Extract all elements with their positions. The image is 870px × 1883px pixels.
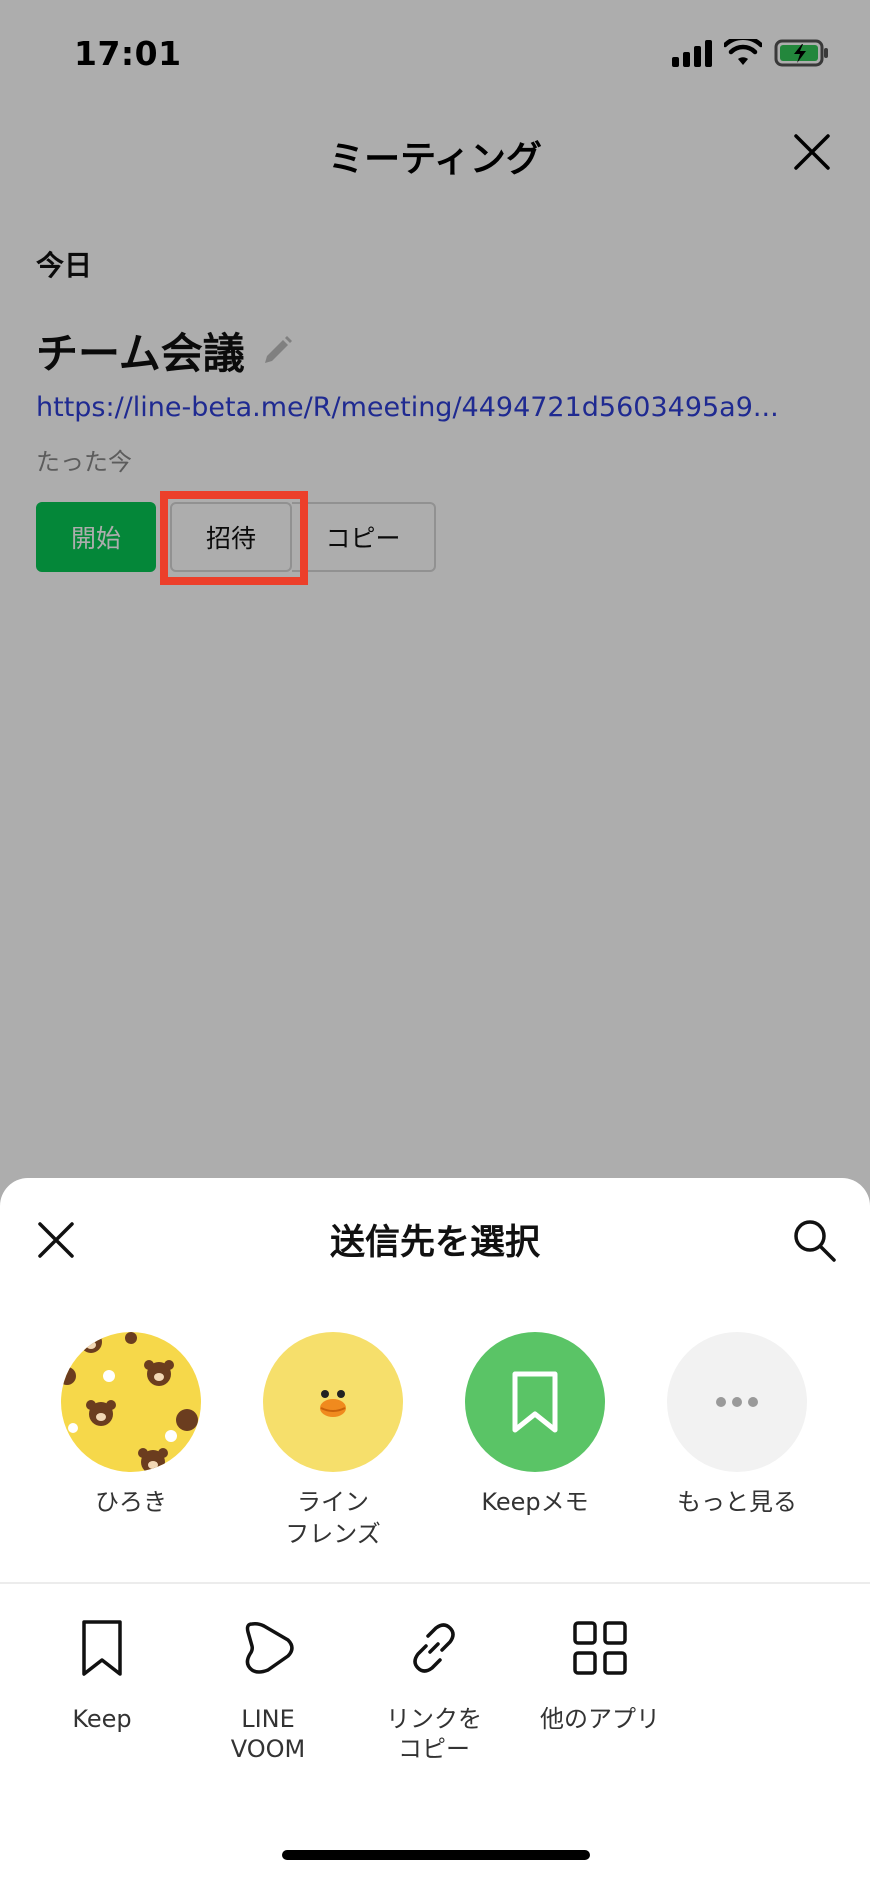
app-label: 他のアプリ bbox=[540, 1705, 660, 1733]
more-dots-icon bbox=[716, 1397, 758, 1407]
avatar bbox=[263, 1332, 403, 1472]
recipient-name: ライン フレンズ bbox=[248, 1486, 418, 1550]
app-label-line2: コピー bbox=[398, 1735, 470, 1763]
see-more-button[interactable]: もっと見る bbox=[652, 1332, 822, 1518]
grid-icon bbox=[573, 1621, 627, 1675]
voom-icon bbox=[245, 1622, 294, 1674]
search-icon[interactable] bbox=[790, 1216, 838, 1264]
brown-pattern-icon bbox=[61, 1332, 198, 1472]
avatar bbox=[465, 1332, 605, 1472]
avatar bbox=[61, 1332, 201, 1472]
app-label-line2: VOOM bbox=[230, 1735, 306, 1763]
app-label: リンクを コピー bbox=[354, 1704, 514, 1764]
home-indicator bbox=[282, 1850, 590, 1860]
recipient-name: Keepメモ bbox=[481, 1488, 589, 1516]
recipient-keep-memo[interactable]: Keepメモ bbox=[450, 1332, 620, 1518]
recipient-line-friends[interactable]: ライン フレンズ bbox=[248, 1332, 418, 1550]
app-label-line1: LINE bbox=[241, 1705, 295, 1733]
app-keep[interactable]: Keep bbox=[22, 1618, 182, 1734]
app-label-line1: リンクを bbox=[386, 1705, 482, 1733]
recipient-name: ひろき bbox=[95, 1488, 167, 1516]
recipient-hiroki[interactable]: ひろき bbox=[46, 1332, 216, 1518]
avatar bbox=[667, 1332, 807, 1472]
app-label: Keep bbox=[72, 1705, 132, 1733]
link-icon bbox=[413, 1623, 455, 1673]
share-sheet: 送信先を選択 ひろき ライン フレンズ Keepメモ もっと見る Keep LI… bbox=[0, 1178, 870, 1883]
sally-icon bbox=[320, 1390, 346, 1417]
share-apps: Keep LINE VOOM リンクを コピー 他のアプリ bbox=[0, 1618, 870, 1798]
share-sheet-header: 送信先を選択 bbox=[0, 1178, 870, 1298]
app-other-apps[interactable]: 他のアプリ bbox=[520, 1618, 680, 1734]
bookmark-icon bbox=[82, 1620, 122, 1676]
share-sheet-title: 送信先を選択 bbox=[329, 1223, 540, 1263]
app-line-voom[interactable]: LINE VOOM bbox=[188, 1618, 348, 1764]
app-copy-link[interactable]: リンクを コピー bbox=[354, 1618, 514, 1764]
recipient-name-line1: ライン bbox=[297, 1488, 369, 1516]
invite-highlight-box bbox=[160, 491, 308, 585]
recent-recipients: ひろき ライン フレンズ Keepメモ もっと見る bbox=[0, 1332, 870, 1562]
recipient-name: もっと見る bbox=[677, 1488, 797, 1516]
app-label: LINE VOOM bbox=[188, 1704, 348, 1764]
divider bbox=[0, 1582, 870, 1584]
bookmark-icon bbox=[512, 1371, 558, 1433]
recipient-name-line2: フレンズ bbox=[285, 1520, 381, 1548]
